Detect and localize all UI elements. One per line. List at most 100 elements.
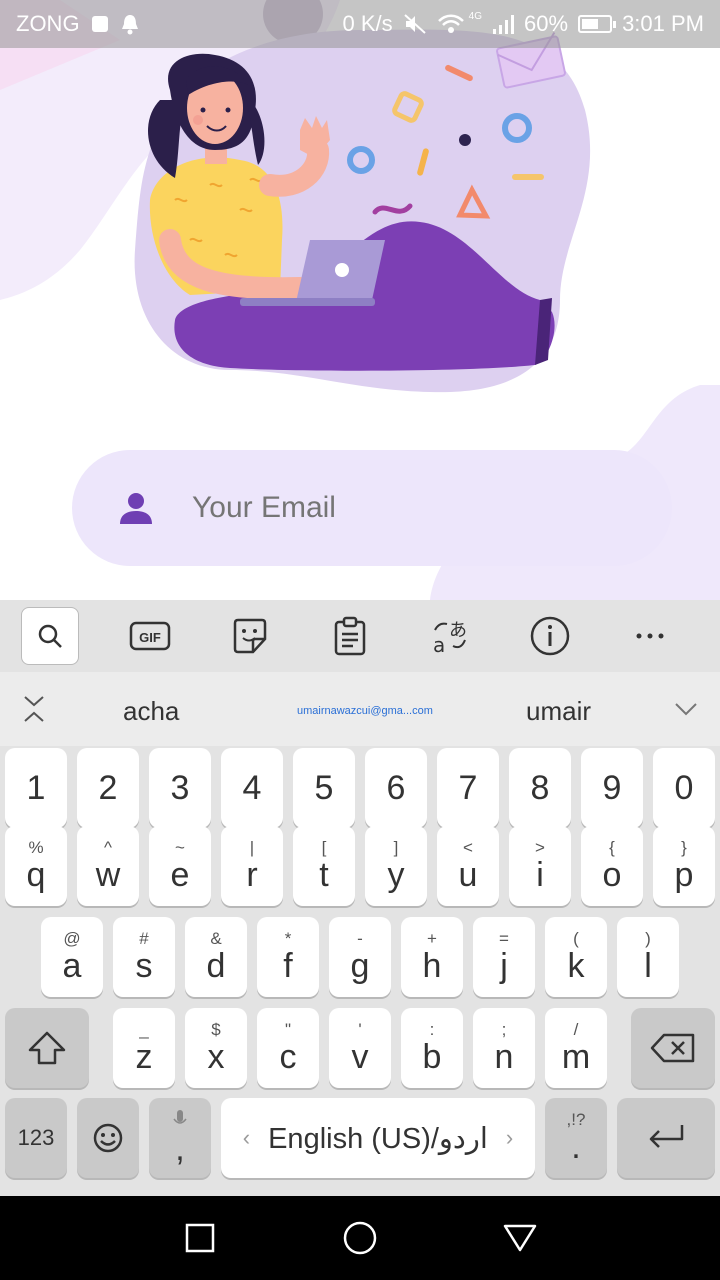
key-q[interactable]: % q xyxy=(5,826,67,906)
key-c[interactable]: " c xyxy=(257,1008,319,1088)
key-m[interactable]: / m xyxy=(545,1008,607,1088)
wifi-icon xyxy=(437,14,464,33)
enter-key[interactable] xyxy=(617,1098,715,1178)
key-0[interactable]: 0 xyxy=(653,748,715,828)
key-o[interactable]: {o xyxy=(581,826,643,906)
key-label: l xyxy=(644,947,652,985)
key-alt-label: } xyxy=(681,838,687,857)
kb-more-button[interactable] xyxy=(600,600,700,672)
key-n[interactable]: ; n xyxy=(473,1008,535,1088)
mute-icon xyxy=(404,14,426,34)
key-2[interactable]: 2 xyxy=(77,748,139,828)
suggestion-right[interactable]: umair xyxy=(526,696,591,727)
kb-sticker-button[interactable] xyxy=(200,600,300,672)
key-label: u xyxy=(458,856,478,894)
key-1[interactable]: 1 xyxy=(5,748,67,828)
key-label: h xyxy=(422,947,442,985)
key-8[interactable]: 8 xyxy=(509,748,571,828)
kb-gif-button[interactable]: GIF xyxy=(100,600,200,672)
key-label: 7 xyxy=(458,769,478,807)
key-a[interactable]: @ a xyxy=(41,917,103,997)
back-button[interactable] xyxy=(440,1196,600,1280)
bell-icon xyxy=(121,15,138,35)
key-label: t xyxy=(319,856,329,894)
key-t[interactable]: [t xyxy=(293,826,355,906)
key-f[interactable]: * f xyxy=(257,917,319,997)
notification-square-icon xyxy=(91,16,108,32)
collapse-icon[interactable] xyxy=(22,694,46,724)
key-e[interactable]: ~ e xyxy=(149,826,211,906)
key-4[interactable]: 4 xyxy=(221,748,283,828)
shift-icon xyxy=(28,1031,66,1065)
key-label: m xyxy=(561,1038,591,1076)
email-input[interactable] xyxy=(192,491,592,525)
square-icon xyxy=(185,1223,215,1253)
key-label: 1 xyxy=(26,769,46,807)
suggestion-middle[interactable]: umairnawazcui@gma...com xyxy=(297,705,433,717)
key-alt-label: | xyxy=(249,838,255,857)
kb-info-button[interactable] xyxy=(500,600,600,672)
svg-text:a: a xyxy=(433,633,445,656)
key-g[interactable]: -g xyxy=(329,917,391,997)
svg-text:あ: あ xyxy=(449,620,467,641)
email-field[interactable] xyxy=(72,450,672,566)
kb-translate-button[interactable]: a あ xyxy=(400,600,500,672)
gif-icon: GIF xyxy=(129,621,171,651)
key-b[interactable]: :b xyxy=(401,1008,463,1088)
shift-key[interactable] xyxy=(5,1008,89,1088)
triangle-back-icon xyxy=(503,1224,537,1252)
chevron-down-icon[interactable] xyxy=(674,702,698,716)
comma-key[interactable]: , xyxy=(149,1098,211,1178)
key-label: 3 xyxy=(170,769,190,807)
key-label: n xyxy=(494,1038,514,1076)
signal-icon xyxy=(493,15,515,34)
key-d[interactable]: & d xyxy=(185,917,247,997)
status-bar: ZONG 0 K/s 4G 60% 3:01 PM xyxy=(0,0,720,48)
key-y[interactable]: ] y xyxy=(365,826,427,906)
kb-search-button[interactable] xyxy=(0,600,100,672)
key-x[interactable]: $ x xyxy=(185,1008,247,1088)
period-key[interactable]: ,!? . xyxy=(545,1098,607,1178)
key-label: b xyxy=(422,1038,442,1076)
kb-clipboard-button[interactable] xyxy=(300,600,400,672)
key-label: 0 xyxy=(674,769,694,807)
backspace-key[interactable] xyxy=(631,1008,715,1088)
space-key[interactable]: ‹ English (US)/اردو › xyxy=(221,1098,535,1178)
key-alt-label: ] xyxy=(393,838,399,857)
comma-label: , xyxy=(175,1130,185,1168)
key-9[interactable]: 9 xyxy=(581,748,643,828)
key-label: q xyxy=(26,856,46,894)
key-3[interactable]: 3 xyxy=(149,748,211,828)
key-s[interactable]: # s xyxy=(113,917,175,997)
key-6[interactable]: 6 xyxy=(365,748,427,828)
key-alt-label: > xyxy=(535,838,545,857)
key-h[interactable]: + h xyxy=(401,917,463,997)
key-label: 8 xyxy=(530,769,550,807)
home-button[interactable] xyxy=(280,1196,440,1280)
key-p[interactable]: } p xyxy=(653,826,715,906)
key-v[interactable]: ' v xyxy=(329,1008,391,1088)
key-alt-label: @ xyxy=(63,929,81,948)
key-u[interactable]: < u xyxy=(437,826,499,906)
key-5[interactable]: 5 xyxy=(293,748,355,828)
key-7[interactable]: 7 xyxy=(437,748,499,828)
key-w[interactable]: ^ w xyxy=(77,826,139,906)
key-l[interactable]: ) l xyxy=(617,917,679,997)
key-alt-label: + xyxy=(427,929,437,948)
key-label: x xyxy=(207,1038,225,1076)
suggestion-left[interactable]: acha xyxy=(123,696,179,727)
key-j[interactable]: = j xyxy=(473,917,535,997)
emoji-key[interactable] xyxy=(77,1098,139,1178)
sticker-icon xyxy=(233,618,267,654)
period-label: . xyxy=(571,1128,581,1166)
key-alt-label: * xyxy=(284,929,292,948)
symbols-key[interactable]: 123 xyxy=(5,1098,67,1178)
key-k[interactable]: (k xyxy=(545,917,607,997)
key-r[interactable]: | r xyxy=(221,826,283,906)
key-i[interactable]: > i xyxy=(509,826,571,906)
key-z[interactable]: _ z xyxy=(113,1008,175,1088)
recents-button[interactable] xyxy=(120,1196,280,1280)
key-alt-label: ^ xyxy=(104,838,112,857)
more-icon xyxy=(636,633,664,639)
key-alt-label: " xyxy=(284,1020,292,1039)
